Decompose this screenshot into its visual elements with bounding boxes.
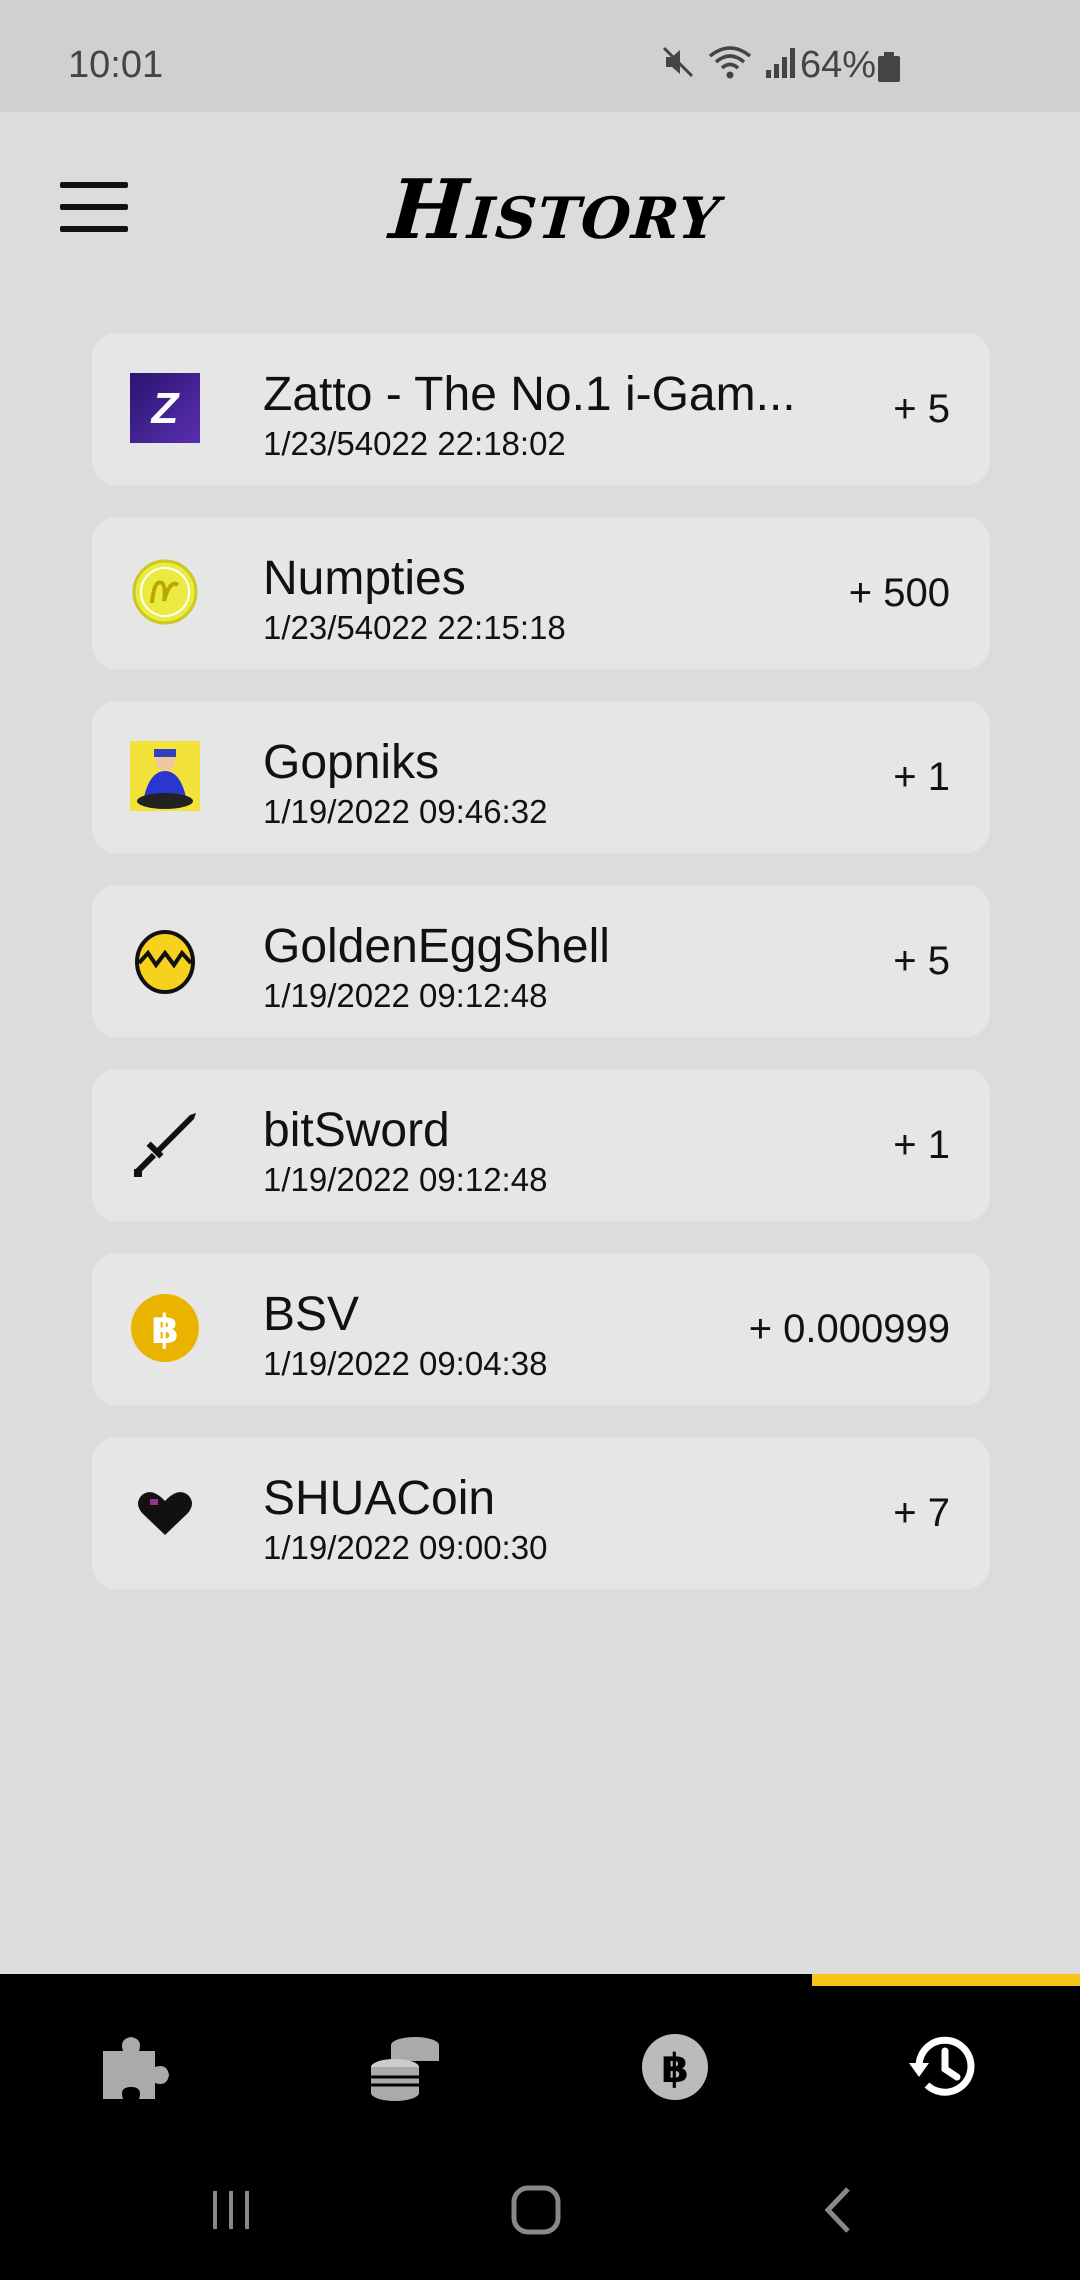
home-icon	[508, 2182, 564, 2243]
tab-history[interactable]	[810, 2004, 1080, 2134]
item-amount: + 5	[893, 387, 950, 431]
item-name: Numpties	[263, 552, 466, 605]
back-icon	[818, 2185, 858, 2240]
tab-bitcoin[interactable]: ฿	[540, 2004, 810, 2134]
system-navigation	[0, 2144, 1080, 2280]
sword-icon	[130, 1109, 200, 1179]
recents-button[interactable]	[172, 2172, 292, 2252]
history-item[interactable]: ฿ BSV 1/19/2022 09:04:38 + 0.000999	[92, 1253, 990, 1405]
item-date: 1/19/2022 09:04:38	[263, 1345, 548, 1382]
svg-text:Z: Z	[150, 384, 181, 433]
active-tab-indicator	[812, 1974, 1080, 1986]
gopniks-icon	[130, 741, 200, 811]
history-icon	[905, 2027, 985, 2112]
status-time: 10:01	[68, 44, 164, 86]
puzzle-icon	[95, 2027, 175, 2112]
history-item[interactable]: Numpties 1/23/54022 22:15:18 + 500	[92, 517, 990, 669]
heart-icon	[130, 1477, 200, 1547]
status-icons	[660, 44, 800, 80]
item-amount: + 1	[893, 1123, 950, 1167]
item-name: Gopniks	[263, 736, 440, 789]
item-date: 1/19/2022 09:00:30	[263, 1529, 548, 1566]
status-bar: 10:01 64%	[0, 0, 1080, 112]
tab-puzzle[interactable]	[0, 2004, 270, 2134]
bitcoin-icon: ฿	[130, 1293, 200, 1363]
numpties-icon	[130, 557, 200, 627]
history-item[interactable]: SHUACoin 1/19/2022 09:00:30 + 7	[92, 1437, 990, 1589]
svg-text:฿: ฿	[151, 1307, 179, 1353]
home-button[interactable]	[476, 2172, 596, 2252]
recents-icon	[207, 2185, 257, 2240]
battery-icon	[878, 52, 900, 87]
svg-text:฿: ฿	[661, 2046, 689, 2092]
item-name: SHUACoin	[263, 1472, 496, 1525]
history-item[interactable]: GoldenEggShell 1/19/2022 09:12:48 + 5	[92, 885, 990, 1037]
battery-percentage: 64%	[800, 44, 877, 86]
item-date: 1/19/2022 09:46:32	[263, 793, 548, 830]
history-list: Z Zatto - The No.1 i-Gam... 1/23/54022 2…	[92, 333, 990, 1621]
coins-icon	[365, 2027, 445, 2112]
item-name: BSV	[263, 1288, 360, 1341]
history-item[interactable]: Gopniks 1/19/2022 09:46:32 + 1	[92, 701, 990, 853]
bitcoin-icon: ฿	[640, 2032, 710, 2107]
bottom-navigation: ฿	[0, 1974, 1080, 2144]
item-amount: + 5	[893, 939, 950, 983]
wifi-icon	[708, 44, 752, 80]
item-name: bitSword	[263, 1104, 450, 1157]
item-amount: + 500	[848, 571, 950, 615]
item-amount: + 1	[893, 755, 950, 799]
history-item[interactable]: Z Zatto - The No.1 i-Gam... 1/23/54022 2…	[92, 333, 990, 485]
zatto-icon: Z	[130, 373, 200, 443]
item-name: GoldenEggShell	[263, 920, 610, 973]
page-title: History	[386, 162, 725, 258]
header: History	[0, 112, 1080, 312]
item-amount: + 0.000999	[748, 1307, 950, 1351]
item-name: Zatto - The No.1 i-Gam...	[263, 368, 796, 421]
hamburger-menu-icon[interactable]	[60, 182, 128, 232]
back-button[interactable]	[778, 2172, 898, 2252]
item-date: 1/19/2022 09:12:48	[263, 977, 548, 1014]
signal-icon	[764, 44, 800, 80]
item-date: 1/23/54022 22:18:02	[263, 425, 566, 462]
item-date: 1/23/54022 22:15:18	[263, 609, 566, 646]
item-amount: + 7	[893, 1491, 950, 1535]
history-item[interactable]: bitSword 1/19/2022 09:12:48 + 1	[92, 1069, 990, 1221]
mute-icon	[660, 44, 696, 80]
golden-egg-icon	[130, 925, 200, 995]
tab-coins[interactable]	[270, 2004, 540, 2134]
item-date: 1/19/2022 09:12:48	[263, 1161, 548, 1198]
